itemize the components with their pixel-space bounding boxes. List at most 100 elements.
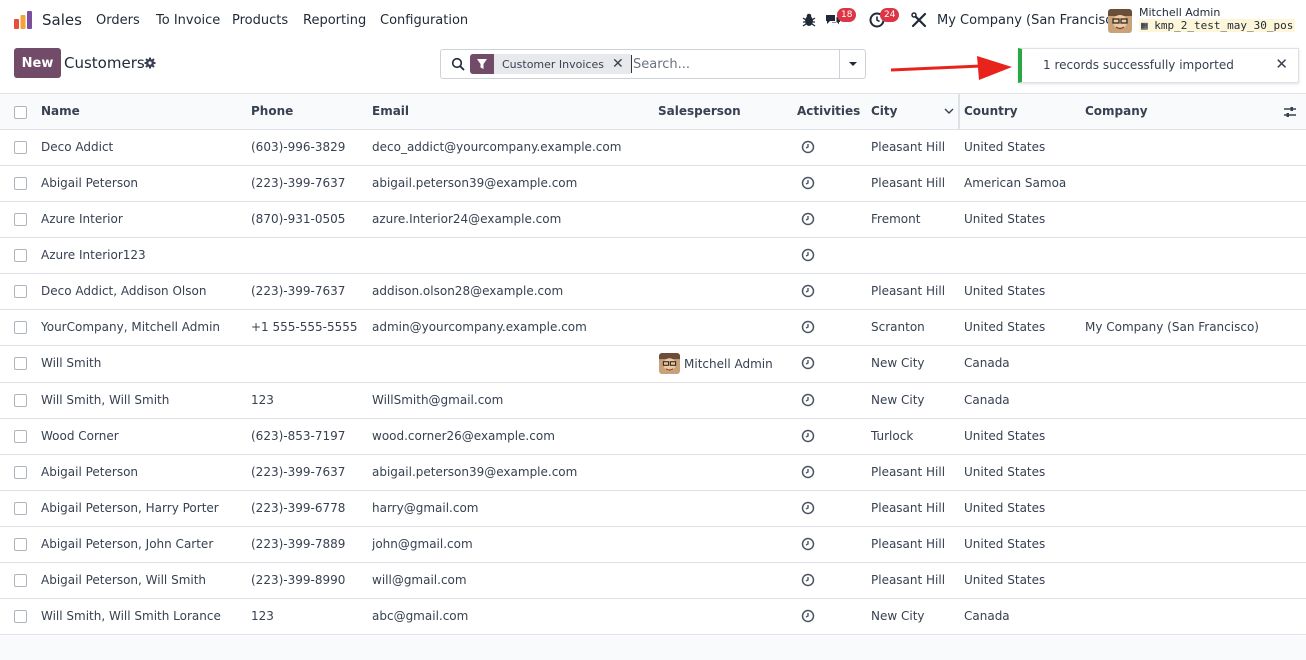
cell-name: Abigail Peterson	[41, 465, 139, 479]
gear-icon[interactable]	[144, 57, 156, 69]
tools-icon[interactable]	[910, 11, 928, 29]
cell-city: Pleasant Hill	[871, 465, 946, 479]
cell-city: Pleasant Hill	[871, 284, 946, 298]
cell-city: Pleasant Hill	[871, 573, 946, 587]
close-icon[interactable]: ✕	[612, 56, 632, 72]
activity-clock-icon[interactable]	[801, 429, 815, 443]
cell-salesperson: Mitchell Admin	[684, 357, 773, 371]
optional-columns-icon[interactable]	[1283, 105, 1297, 119]
table-row[interactable]: YourCompany, Mitchell Admin +1 555-555-55…	[0, 310, 1306, 346]
row-checkbox[interactable]	[14, 177, 27, 190]
activity-clock-icon[interactable]	[801, 465, 815, 479]
cell-name: Deco Addict	[41, 140, 114, 154]
row-checkbox[interactable]	[14, 249, 27, 262]
table-row[interactable]: Azure Interior123	[0, 238, 1306, 274]
cell-phone: (603)-996-3829	[251, 140, 346, 154]
column-city[interactable]: City	[871, 104, 897, 118]
row-checkbox[interactable]	[14, 538, 27, 551]
row-checkbox[interactable]	[14, 141, 27, 154]
activity-clock-icon[interactable]	[801, 248, 815, 262]
new-button[interactable]: New	[14, 48, 61, 78]
table-row[interactable]: Abigail Peterson, Will Smith (223)-399-89…	[0, 563, 1306, 599]
cell-country: United States	[964, 429, 1046, 443]
cell-phone: (223)-399-7637	[251, 284, 346, 298]
table-row[interactable]: Will Smith, Will Smith Lorance 123 abc@gma…	[0, 599, 1306, 635]
sales-app-icon[interactable]	[13, 10, 33, 30]
column-country[interactable]: Country	[964, 104, 1018, 118]
menu-to-invoice[interactable]: To Invoice	[156, 13, 220, 28]
activity-clock-icon[interactable]	[801, 284, 815, 298]
cell-name: Will Smith, Will Smith Lorance	[41, 609, 221, 623]
activity-clock-icon[interactable]	[801, 393, 815, 407]
menu-reporting[interactable]: Reporting	[303, 13, 366, 28]
cell-country: Canada	[964, 393, 1010, 407]
cell-email: wood.corner26@example.com	[372, 429, 555, 443]
bug-icon[interactable]	[800, 11, 818, 29]
row-checkbox[interactable]	[14, 321, 27, 334]
user-name[interactable]: Mitchell Admin	[1139, 6, 1220, 19]
table-row[interactable]: Will Smith, Will Smith 123 WillSmith@gmail…	[0, 383, 1306, 419]
cell-city: New City	[871, 356, 925, 370]
column-company[interactable]: Company	[1085, 104, 1148, 118]
search-icon[interactable]	[451, 57, 465, 71]
column-phone[interactable]: Phone	[251, 104, 293, 118]
table-row[interactable]: Abigail Peterson, John Carter (223)-399-7…	[0, 527, 1306, 563]
top-navbar: Sales Orders To Invoice Products Reporti…	[0, 0, 1306, 40]
table-row[interactable]: Azure Interior (870)-931-0505 azure.Interi…	[0, 202, 1306, 238]
row-checkbox[interactable]	[14, 285, 27, 298]
search-options-toggle[interactable]	[839, 50, 865, 78]
table-row[interactable]: Will Smith New City Canada Mitchell Admin	[0, 346, 1306, 383]
cell-email: addison.olson28@example.com	[372, 284, 564, 298]
row-checkbox[interactable]	[14, 502, 27, 515]
cell-email: will@gmail.com	[372, 573, 467, 587]
column-email[interactable]: Email	[372, 104, 409, 118]
table-row[interactable]: Deco Addict (603)-996-3829 deco_addict@you…	[0, 130, 1306, 166]
cell-name: YourCompany, Mitchell Admin	[41, 320, 221, 334]
close-icon[interactable]: ✕	[1275, 55, 1288, 73]
menu-products[interactable]: Products	[232, 13, 288, 28]
activity-clock-icon[interactable]	[801, 320, 815, 334]
row-checkbox[interactable]	[14, 466, 27, 479]
row-checkbox[interactable]	[14, 357, 27, 370]
menu-configuration[interactable]: Configuration	[380, 13, 468, 28]
table-row[interactable]: Abigail Peterson (223)-399-7637 abigail.pe…	[0, 455, 1306, 491]
filter-facet-label: Customer Invoices	[502, 57, 604, 71]
table-row[interactable]: Wood Corner (623)-853-7197 wood.corner26@e…	[0, 419, 1306, 455]
column-activities[interactable]: Activities	[797, 104, 860, 118]
activity-clock-icon[interactable]	[801, 501, 815, 515]
cell-city: Scranton	[871, 320, 925, 334]
row-checkbox[interactable]	[14, 394, 27, 407]
activity-clock-icon[interactable]	[801, 573, 815, 587]
activity-clock-icon[interactable]	[801, 356, 815, 370]
search-input[interactable]	[631, 55, 836, 73]
user-avatar[interactable]	[1108, 9, 1132, 33]
app-title[interactable]: Sales	[42, 11, 82, 29]
table-row[interactable]: Abigail Peterson (223)-399-7637 abigail.pe…	[0, 166, 1306, 202]
row-checkbox[interactable]	[14, 430, 27, 443]
cell-name: Abigail Peterson, Will Smith	[41, 573, 207, 587]
activity-clock-icon[interactable]	[801, 140, 815, 154]
row-checkbox[interactable]	[14, 574, 27, 587]
activity-clock-icon[interactable]	[801, 609, 815, 623]
column-salesperson[interactable]: Salesperson	[658, 104, 741, 118]
customers-table: Name Phone Email Salesperson Activities …	[0, 93, 1306, 635]
table-row[interactable]: Deco Addict, Addison Olson (223)-399-7637…	[0, 274, 1306, 310]
activity-clock-icon[interactable]	[801, 537, 815, 551]
cell-city: Pleasant Hill	[871, 537, 946, 551]
cell-country: United States	[964, 537, 1046, 551]
row-checkbox[interactable]	[14, 610, 27, 623]
company-switcher[interactable]: My Company (San Francisco)	[937, 13, 1125, 28]
cell-name: Abigail Peterson	[41, 176, 139, 190]
cell-city: New City	[871, 393, 925, 407]
column-resize-handle[interactable]	[958, 94, 960, 129]
cell-phone: 123	[251, 393, 274, 407]
column-name[interactable]: Name	[41, 104, 80, 118]
table-row[interactable]: Abigail Peterson, Harry Porter (223)-399-…	[0, 491, 1306, 527]
chevron-down-icon[interactable]	[944, 106, 954, 116]
row-checkbox[interactable]	[14, 213, 27, 226]
activity-clock-icon[interactable]	[801, 176, 815, 190]
select-all-checkbox[interactable]	[14, 106, 27, 119]
cell-country: United States	[964, 212, 1046, 226]
activity-clock-icon[interactable]	[801, 212, 815, 226]
menu-orders[interactable]: Orders	[96, 13, 140, 28]
